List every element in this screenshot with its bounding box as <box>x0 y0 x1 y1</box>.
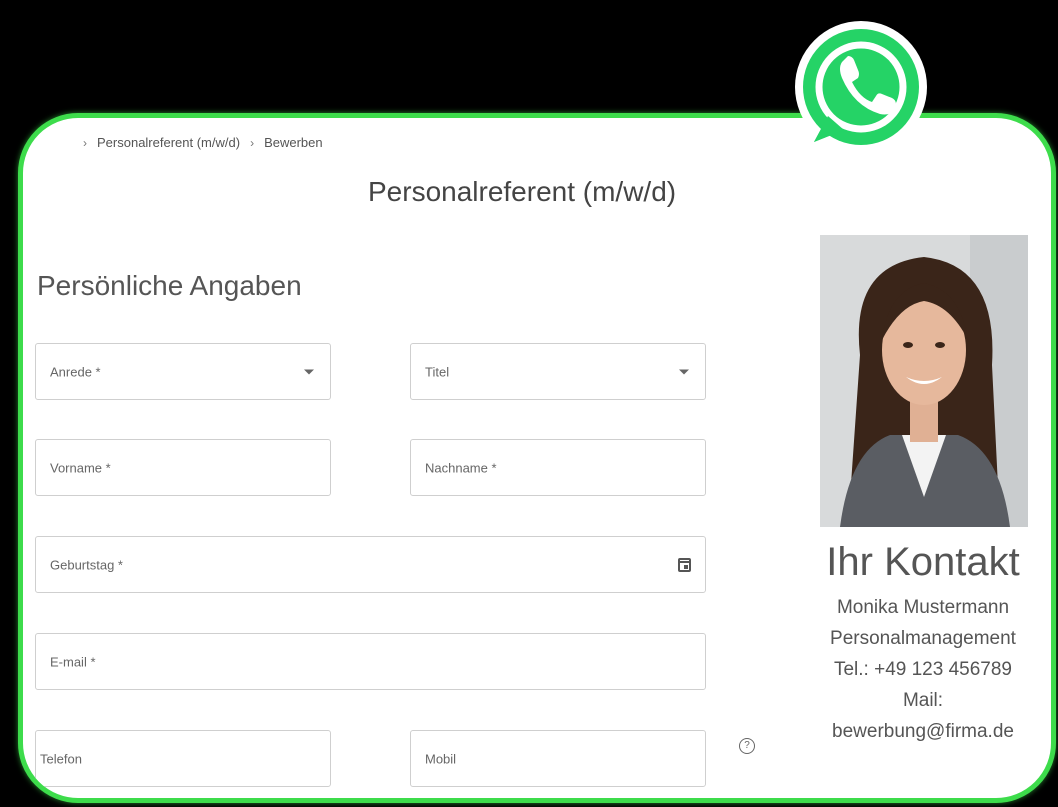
contact-mail-label: Mail: <box>902 690 944 711</box>
contact-email-link[interactable]: bewerbung@firma.de <box>803 716 1043 747</box>
section-title: Persönliche Angaben <box>37 270 302 301</box>
geburtstag-label: Geburtstag * <box>50 557 123 572</box>
breadcrumb: › Personalreferent (m/w/d) › Bewerben <box>83 135 323 150</box>
chevron-down-icon <box>304 369 314 374</box>
anrede-label: Anrede * <box>50 364 101 379</box>
page-title: Personalreferent (m/w/d) <box>368 176 677 207</box>
breadcrumb-separator: › <box>250 135 255 150</box>
mobil-field[interactable]: Mobil <box>410 730 706 787</box>
geburtstag-field[interactable]: Geburtstag * <box>35 536 706 593</box>
email-field[interactable]: E-mail * <box>35 633 706 690</box>
contact-name: Monika Mustermann <box>836 597 1010 618</box>
whatsapp-icon[interactable] <box>782 20 936 162</box>
breadcrumb-current: Bewerben <box>264 135 323 150</box>
vorname-field[interactable]: Vorname * <box>35 439 331 496</box>
titel-label: Titel <box>425 364 450 379</box>
calendar-icon[interactable] <box>678 557 691 572</box>
breadcrumb-job-link[interactable]: Personalreferent (m/w/d) <box>97 135 240 150</box>
nachname-label: Nachname * <box>425 460 497 475</box>
anrede-select[interactable]: Anrede * <box>35 343 331 400</box>
application-form-panel: › Personalreferent (m/w/d) › Bewerben Pe… <box>18 113 1056 803</box>
contact-details: Monika Mustermann Personalmanagement Tel… <box>803 592 1043 747</box>
vorname-label: Vorname * <box>50 460 111 475</box>
titel-select[interactable]: Titel <box>410 343 706 400</box>
breadcrumb-separator: › <box>83 135 87 150</box>
contact-phone: Tel.: +49 123 456789 <box>833 659 1012 680</box>
help-circle-icon[interactable]: ? <box>739 738 755 754</box>
telefon-field[interactable]: Telefon <box>35 730 331 787</box>
email-label: E-mail * <box>50 654 96 669</box>
contact-department: Personalmanagement <box>830 628 1016 649</box>
chevron-down-icon <box>679 369 689 374</box>
contact-photo <box>820 235 1028 527</box>
mobil-label: Mobil <box>425 751 457 766</box>
contact-heading: Ihr Kontakt <box>826 540 1020 584</box>
nachname-field[interactable]: Nachname * <box>410 439 706 496</box>
telefon-label: Telefon <box>40 751 82 766</box>
